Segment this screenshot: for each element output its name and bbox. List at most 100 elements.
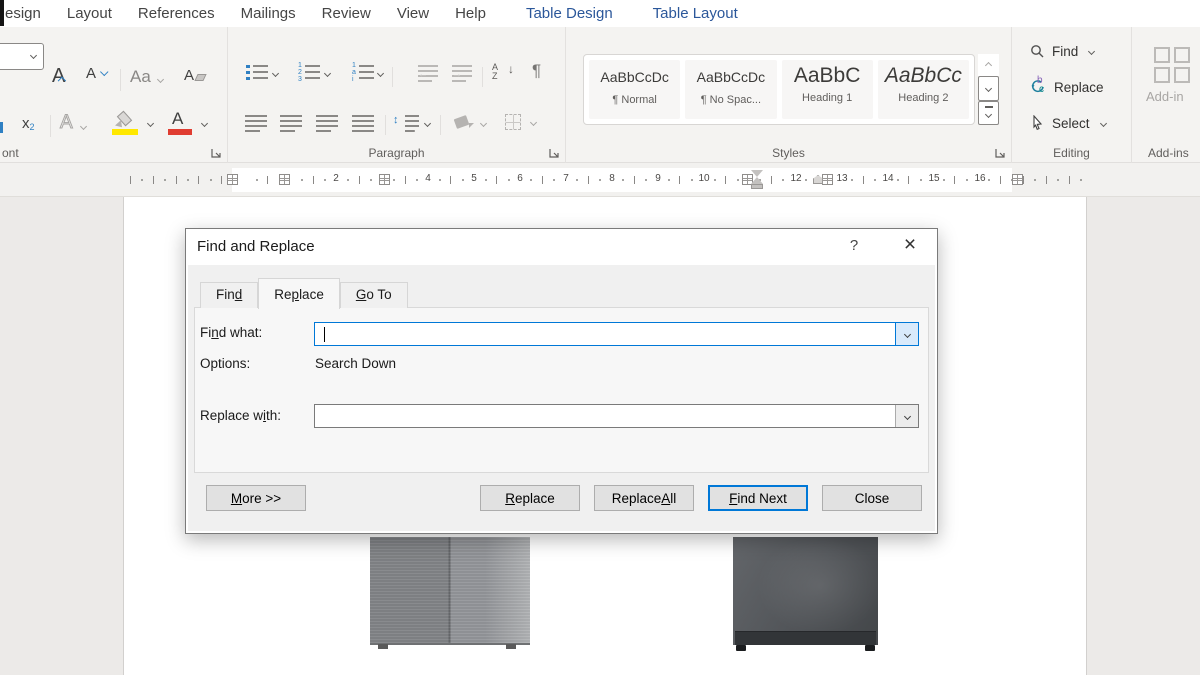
style-name: ¶ Normal <box>589 94 680 106</box>
close-icon[interactable]: × <box>897 233 923 257</box>
menu-tab-layout[interactable]: Layout <box>54 5 125 22</box>
grow-font-button[interactable]: A <box>52 65 72 88</box>
borders-icon <box>505 114 521 130</box>
font-group: A A Aa A x2 A A ont <box>0 27 228 163</box>
superscript-button[interactable]: x2 <box>22 115 35 132</box>
menu-tab-table-layout[interactable]: Table Layout <box>640 5 751 22</box>
editing-group: Find b c Replace Select Editing <box>1012 27 1132 163</box>
text-effects-button[interactable]: A <box>60 112 86 134</box>
divider <box>392 67 393 87</box>
paint-bucket-icon <box>454 115 470 129</box>
tab-go-to[interactable]: Go To <box>340 282 408 308</box>
chevron-down-icon[interactable] <box>377 70 384 77</box>
ruler-tick <box>863 176 864 184</box>
chevron-down-icon[interactable] <box>272 70 279 77</box>
replace-with-dropdown-button[interactable] <box>895 405 918 427</box>
find-button[interactable]: Find <box>1030 41 1094 61</box>
ruler-tick <box>1069 176 1070 184</box>
styles-dialog-launcher-icon[interactable] <box>994 146 1006 158</box>
table-column-marker[interactable] <box>279 174 290 185</box>
style-heading-2[interactable]: AaBbCcHeading 2 <box>878 60 969 119</box>
chevron-down-icon[interactable] <box>324 70 331 77</box>
font-color-swatch <box>168 129 192 135</box>
decrease-indent-button[interactable]: ← <box>418 65 438 82</box>
font-size-combo[interactable] <box>0 43 44 70</box>
show-formatting-button[interactable]: ¶ <box>532 61 541 81</box>
replace-icon-c: c <box>1039 84 1044 95</box>
style-gallery-more-button[interactable] <box>978 101 999 125</box>
align-left-button[interactable] <box>245 115 267 132</box>
dialog-tabs: FindReplaceGo To <box>200 277 408 308</box>
table-column-marker[interactable] <box>1012 174 1023 185</box>
ruler-tick <box>737 179 739 181</box>
clear-formatting-button[interactable]: A <box>184 67 205 84</box>
numbering-button[interactable]: 1 2 3 <box>298 64 320 82</box>
paragraph-dialog-launcher-icon[interactable] <box>548 146 560 158</box>
style-gallery: AaBbCcDc¶ NormalAaBbCcDc¶ No Spac...AaBb… <box>583 54 975 125</box>
ruler-tick <box>370 179 372 181</box>
align-center-button[interactable] <box>280 115 302 132</box>
justify-button[interactable] <box>352 115 374 132</box>
indent-markers[interactable] <box>751 170 763 189</box>
tab-find[interactable]: Find <box>200 282 258 308</box>
find-what-combo[interactable] <box>314 322 919 346</box>
increase-indent-button[interactable]: → <box>452 65 472 82</box>
multilevel-list-button[interactable]: 1 a i <box>352 64 374 82</box>
align-right-button[interactable] <box>316 115 338 132</box>
first-line-indent-marker[interactable] <box>751 170 763 177</box>
style-scroll-down-button[interactable] <box>978 76 999 100</box>
style-sample: AaBbCcDc <box>685 60 776 94</box>
menu-tab-mailings[interactable]: Mailings <box>228 5 309 22</box>
ruler-tick <box>943 179 945 181</box>
fridge-foot <box>736 645 746 651</box>
hanging-indent-marker[interactable] <box>751 177 763 184</box>
divider <box>120 69 121 91</box>
select-button[interactable]: Select <box>1030 113 1106 133</box>
ruler-tick <box>405 176 406 184</box>
dark-fridge-image[interactable] <box>733 537 878 645</box>
chevron-down-icon <box>30 52 37 59</box>
table-column-marker[interactable] <box>379 174 390 185</box>
style-scroll-up-button[interactable] <box>978 54 999 76</box>
ribbon-tab-bar: esignLayoutReferencesMailingsReviewViewH… <box>0 0 1200 27</box>
help-icon[interactable]: ? <box>843 237 865 254</box>
table-column-marker[interactable] <box>822 174 833 185</box>
close-button[interactable]: Close <box>822 485 922 511</box>
style-heading-1[interactable]: AaBbCHeading 1 <box>782 60 873 119</box>
find-what-input[interactable] <box>316 324 894 344</box>
menu-tab-esign[interactable]: esign <box>0 5 54 22</box>
menu-tab-help[interactable]: Help <box>442 5 499 22</box>
pilcrow-icon: ¶ <box>532 61 541 80</box>
ruler-tick <box>599 179 601 181</box>
menu-tab-table-design[interactable]: Table Design <box>513 5 626 22</box>
find-what-dropdown-button[interactable] <box>895 323 918 345</box>
menu-tab-view[interactable]: View <box>384 5 442 22</box>
shrink-font-button[interactable]: A <box>86 65 103 82</box>
menu-tab-review[interactable]: Review <box>309 5 384 22</box>
more-button[interactable]: More >> <box>206 485 306 511</box>
ruler-tick <box>393 179 395 181</box>
bullets-button[interactable] <box>246 64 268 82</box>
ruler-number: 2 <box>333 173 339 184</box>
sort-arrow-icon: ↓ <box>508 65 514 74</box>
dialog-titlebar[interactable]: Find and Replace ? × <box>186 229 937 265</box>
replace-with-input[interactable] <box>316 406 894 426</box>
table-column-marker[interactable] <box>227 174 238 185</box>
font-color-icon: A <box>172 109 183 129</box>
replace-all-button[interactable]: Replace All <box>594 485 694 511</box>
style--no-spac-[interactable]: AaBbCcDc¶ No Spac... <box>685 60 776 119</box>
tab-replace[interactable]: Replace <box>258 278 340 309</box>
font-dialog-launcher-icon[interactable] <box>210 146 222 158</box>
replace-button[interactable]: Replace <box>480 485 580 511</box>
sort-button[interactable]: AZ↓ <box>492 63 514 85</box>
find-next-button[interactable]: Find Next <box>708 485 808 511</box>
replace-button[interactable]: b c Replace <box>1030 77 1104 97</box>
replace-with-combo[interactable] <box>314 404 919 428</box>
silver-fridge-image[interactable] <box>370 537 530 645</box>
left-indent-marker[interactable] <box>751 184 763 189</box>
menu-tab-references[interactable]: References <box>125 5 228 22</box>
change-case-button[interactable]: Aa <box>130 67 163 87</box>
style--normal[interactable]: AaBbCcDc¶ Normal <box>589 60 680 119</box>
addins-grid-icon[interactable] <box>1154 47 1192 85</box>
ruler-tick <box>530 179 532 181</box>
